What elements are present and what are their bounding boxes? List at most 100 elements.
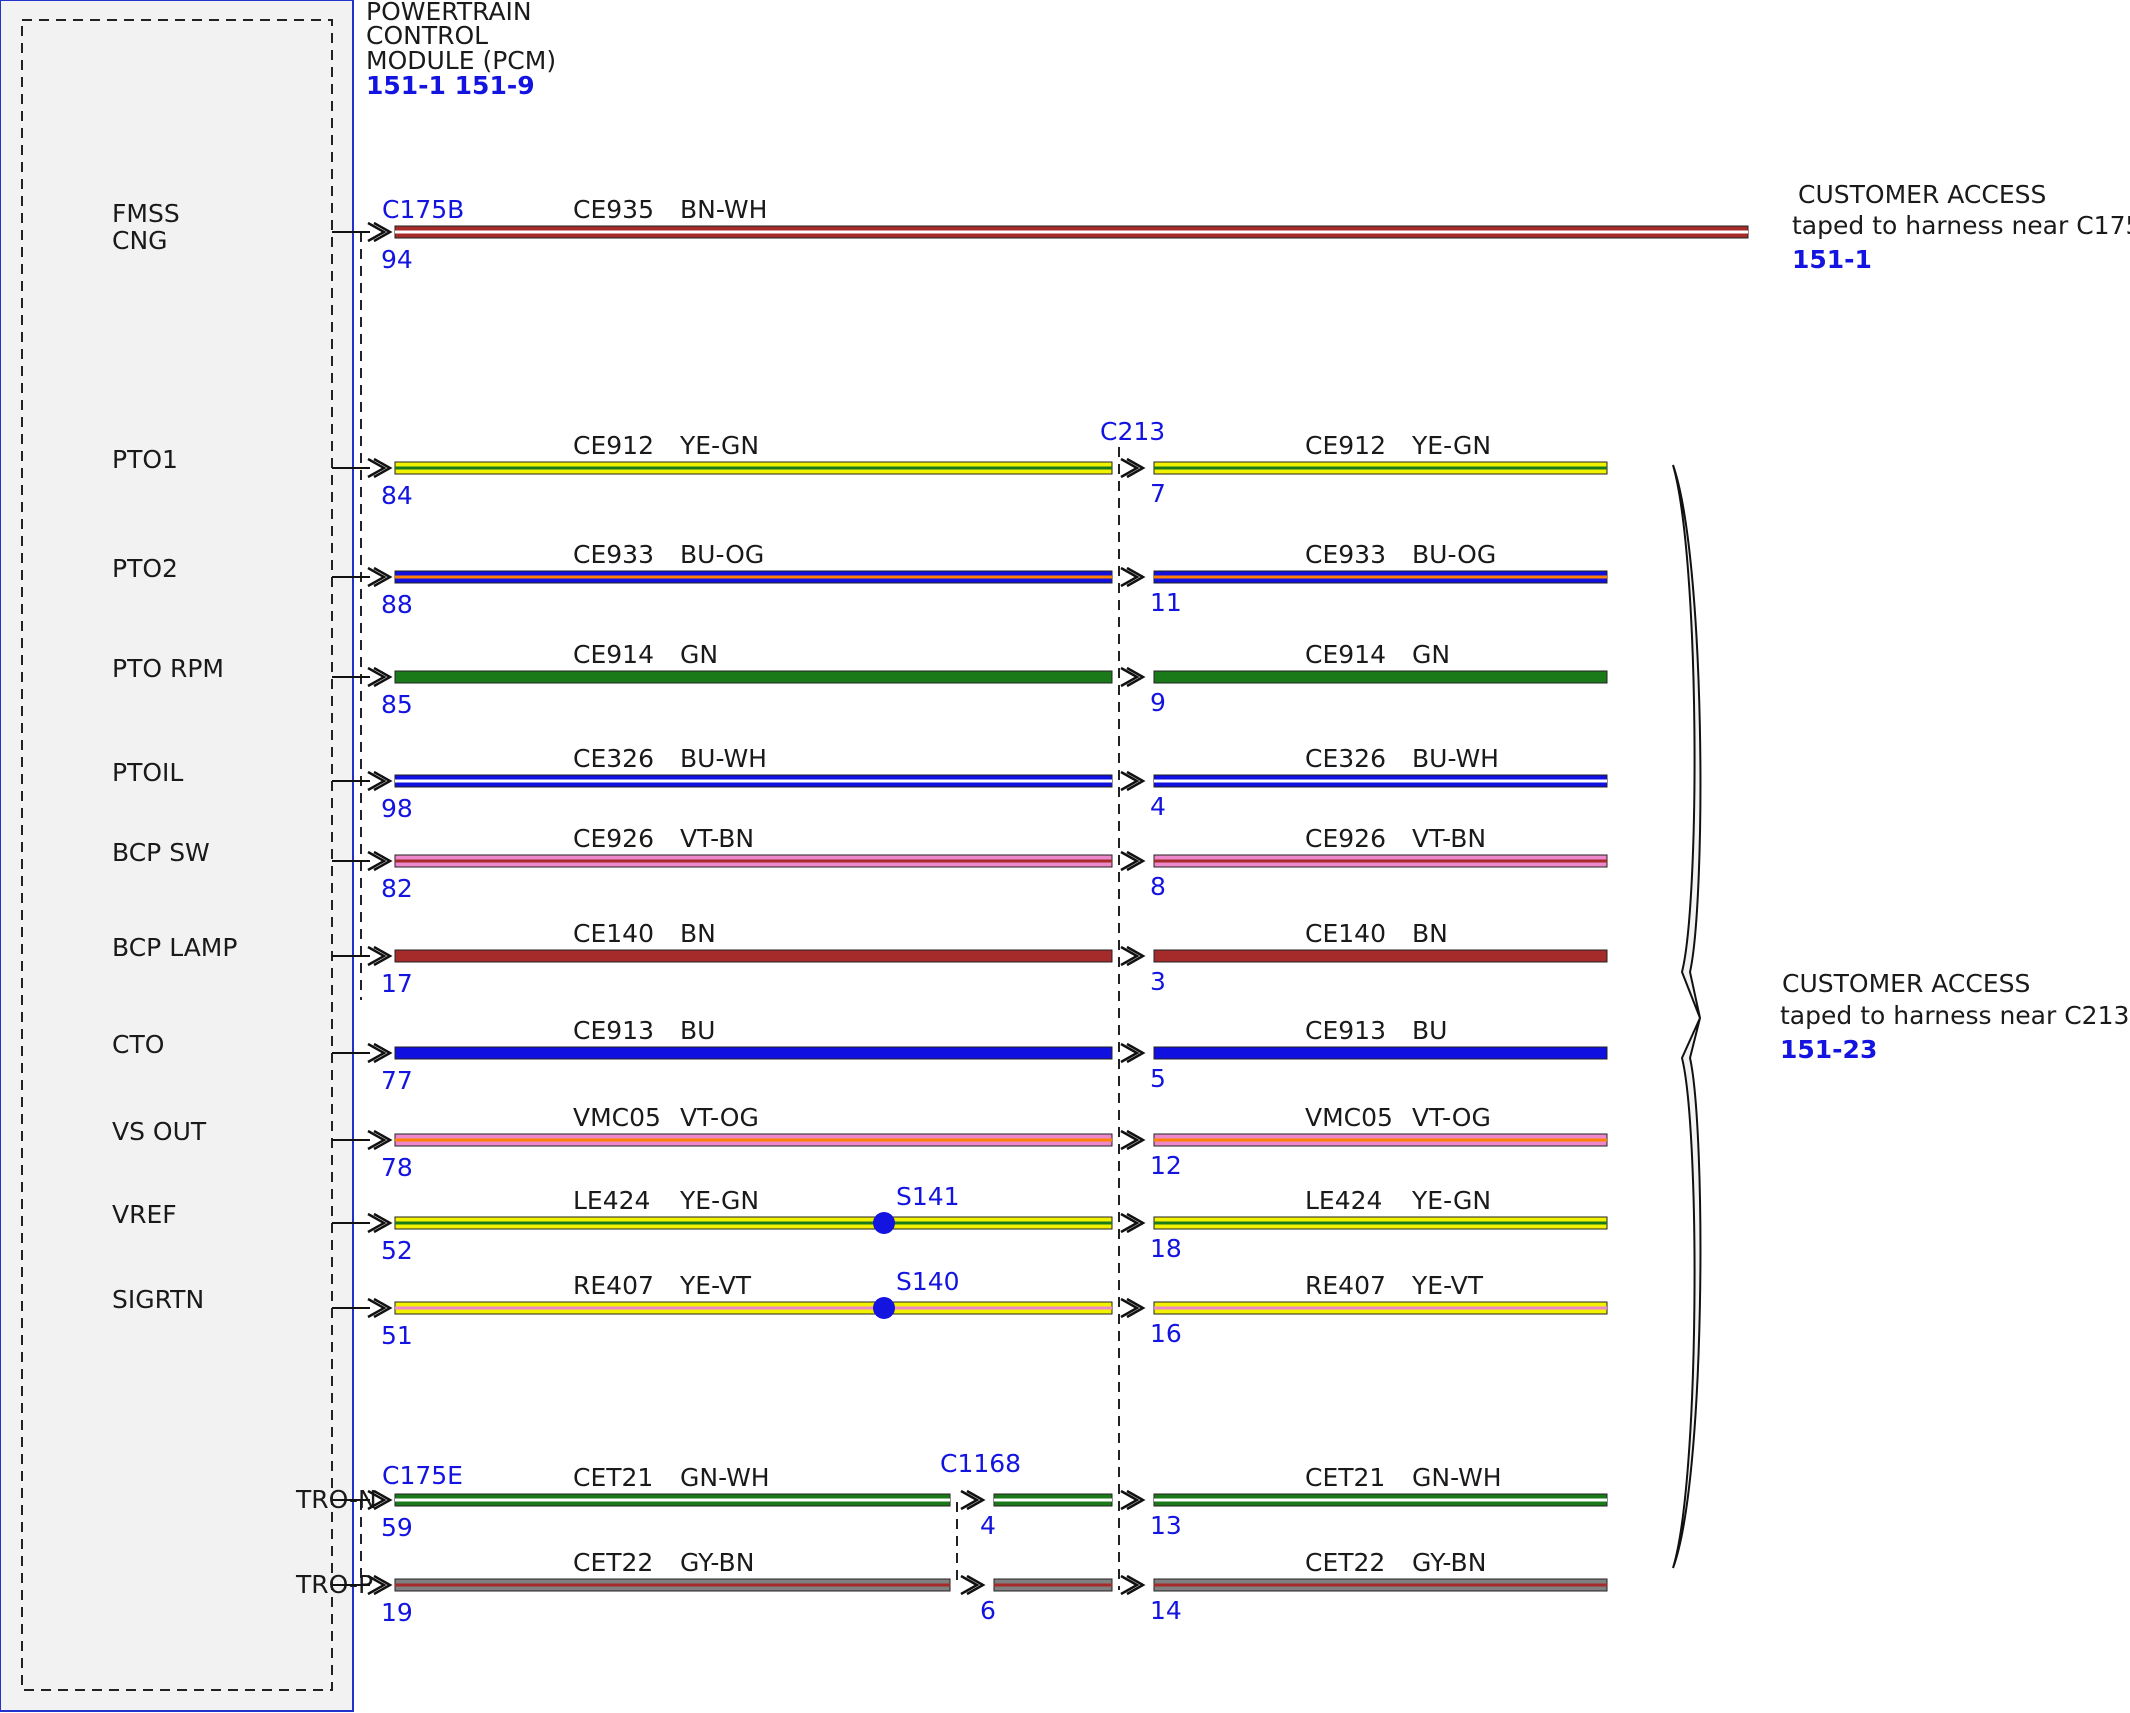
splice-label-s140: S140 <box>896 1267 960 1296</box>
circuit-id-tro-n: CET21 <box>573 1463 653 1492</box>
module-page-refs[interactable]: 151-1 151-9 <box>366 71 535 100</box>
signal-label-fmss-cng-1: CNG <box>112 226 168 255</box>
c213-arrow-tro-p <box>1120 1574 1146 1596</box>
wire-color-right-tro-p: GY-BN <box>1412 1548 1486 1577</box>
circuit-id-right-pto2: CE933 <box>1305 540 1386 569</box>
pin-number-fmss-cng: 94 <box>381 245 413 274</box>
wire-color-right-ptoil: BU-WH <box>1412 744 1499 773</box>
wire-right-bcp-sw-stripe <box>1154 859 1607 863</box>
wire-left-vref <box>394 1216 1113 1230</box>
wire-left-tro-n-stripe <box>395 1498 950 1502</box>
wire-color-fmss-cng: BN-WH <box>680 195 767 224</box>
c213-pin-cto: 5 <box>1150 1064 1166 1093</box>
c213-arrow-vref <box>1120 1212 1146 1234</box>
connector-c213-label: C213 <box>1100 417 1165 446</box>
wire-color-right-vref: YE-GN <box>1411 1186 1491 1215</box>
note-c213-text: taped to harness near C213 <box>1780 1001 2129 1030</box>
c213-arrow-pto1 <box>1120 457 1146 479</box>
connector-arrow-pto2 <box>367 566 393 588</box>
note-c175b-text: taped to harness near C175B <box>1792 211 2130 240</box>
wire-right-pto1-stripe <box>1154 466 1607 470</box>
wire-fmss-cng-stripe <box>395 230 1748 234</box>
wire-right-ptoil-stripe <box>1154 779 1607 783</box>
pin-number-vs-out: 78 <box>381 1153 413 1182</box>
wire-right-bcp-sw <box>1153 854 1608 868</box>
circuit-id-right-tro-n: CET21 <box>1305 1463 1385 1492</box>
circuit-id-right-bcp-lamp: CE140 <box>1305 919 1386 948</box>
c213-pin-sigrtn: 16 <box>1150 1319 1182 1348</box>
wire-color-tro-n: GN-WH <box>680 1463 770 1492</box>
wire-right-tro-n <box>1153 1493 1608 1507</box>
wire-color-right-sigrtn: YE-VT <box>1411 1271 1484 1300</box>
c213-arrow-bcp-sw <box>1120 850 1146 872</box>
c213-arrow-bcp-lamp <box>1120 945 1146 967</box>
note-c213-ref[interactable]: 151-23 <box>1780 1035 1877 1064</box>
wire-color-vref: YE-GN <box>679 1186 759 1215</box>
wire-right-vref-stripe <box>1154 1221 1607 1225</box>
c213-pin-vs-out: 12 <box>1150 1151 1182 1180</box>
signal-label-bcp-sw-0: BCP SW <box>112 838 210 867</box>
signal-label-pto2-0: PTO2 <box>112 554 178 583</box>
circuit-id-right-pto1: CE912 <box>1305 431 1386 460</box>
wire-left-cto-body <box>394 1046 1113 1060</box>
wire-color-right-pto2: BU-OG <box>1412 540 1496 569</box>
wire-left-pto1 <box>394 461 1113 475</box>
wire-color-right-pto-rpm: GN <box>1412 640 1450 669</box>
connector-arrow-bcp-sw <box>367 850 393 872</box>
c213-arrow-pto2 <box>1120 566 1146 588</box>
splice-label-s141: S141 <box>896 1182 960 1211</box>
wire-right-bcp-lamp-body <box>1153 949 1608 963</box>
wire-mid-tro-p <box>993 1578 1113 1592</box>
wire-left-bcp-lamp-body <box>394 949 1113 963</box>
wire-left-pto-rpm-body <box>394 670 1113 684</box>
wiring-diagram: POWERTRAIN CONTROL MODULE (PCM) 151-1 15… <box>0 0 2130 1712</box>
c213-arrow-ptoil <box>1120 770 1146 792</box>
wire-right-vs-out-stripe <box>1154 1138 1607 1142</box>
wire-color-vs-out: VT-OG <box>680 1103 759 1132</box>
wire-color-cto: BU <box>680 1016 715 1045</box>
c213-arrow-vs-out <box>1120 1129 1146 1151</box>
pin-number-tro-n: 59 <box>381 1513 413 1542</box>
wire-color-pto2: BU-OG <box>680 540 764 569</box>
wire-left-vref-stripe <box>395 1221 1112 1225</box>
wire-right-sigrtn <box>1153 1301 1608 1315</box>
wire-color-right-pto1: YE-GN <box>1411 431 1491 460</box>
connector-arrow-cto <box>367 1042 393 1064</box>
wire-group: FMSSCNG94CE935 BN-WHPTO184CE912 YE-GN7CE91… <box>112 195 1749 1627</box>
wire-fmss-cng <box>394 225 1749 239</box>
wire-color-sigrtn: YE-VT <box>679 1271 752 1300</box>
wire-color-tro-p: GY-BN <box>680 1548 754 1577</box>
note-c175b-ref[interactable]: 151-1 <box>1792 245 1872 274</box>
wire-color-right-cto: BU <box>1412 1016 1447 1045</box>
note-c175b-title: CUSTOMER ACCESS <box>1798 180 2046 209</box>
wire-right-pto2-stripe <box>1154 575 1607 579</box>
connector-arrow-vs-out <box>367 1129 393 1151</box>
pin-number-bcp-sw: 82 <box>381 874 413 903</box>
signal-label-pto1-0: PTO1 <box>112 445 178 474</box>
wire-color-ptoil: BU-WH <box>680 744 767 773</box>
wire-left-tro-p <box>394 1578 951 1592</box>
c1168-arrow-tro-p <box>960 1574 986 1596</box>
wire-right-tro-n-stripe <box>1154 1498 1607 1502</box>
wire-left-ptoil <box>394 774 1113 788</box>
wire-left-vs-out <box>394 1133 1113 1147</box>
c213-pin-bcp-sw: 8 <box>1150 872 1166 901</box>
signal-label-cto-0: CTO <box>112 1030 164 1059</box>
connector-c1168-label: C1168 <box>940 1449 1021 1478</box>
c1168-arrow-tro-n <box>960 1489 986 1511</box>
circuit-id-right-pto-rpm: CE914 <box>1305 640 1386 669</box>
signal-label-vs-out-0: VS OUT <box>112 1117 207 1146</box>
wire-color-right-bcp-sw: VT-BN <box>1412 824 1486 853</box>
wire-right-pto1 <box>1153 461 1608 475</box>
wire-left-pto1-stripe <box>395 466 1112 470</box>
wire-right-pto-rpm-body <box>1153 670 1608 684</box>
connector-arrow-pto1 <box>367 457 393 479</box>
connector-arrow-fmss-cng <box>367 221 393 243</box>
c213-pin-tro-p: 14 <box>1150 1596 1182 1625</box>
wire-right-cto-body <box>1153 1046 1608 1060</box>
wire-right-vref <box>1153 1216 1608 1230</box>
wire-left-vs-out-stripe <box>395 1138 1112 1142</box>
signal-label-ptoil-0: PTOIL <box>112 758 183 787</box>
wire-left-bcp-sw-stripe <box>395 859 1112 863</box>
circuit-id-pto-rpm: CE914 <box>573 640 654 669</box>
